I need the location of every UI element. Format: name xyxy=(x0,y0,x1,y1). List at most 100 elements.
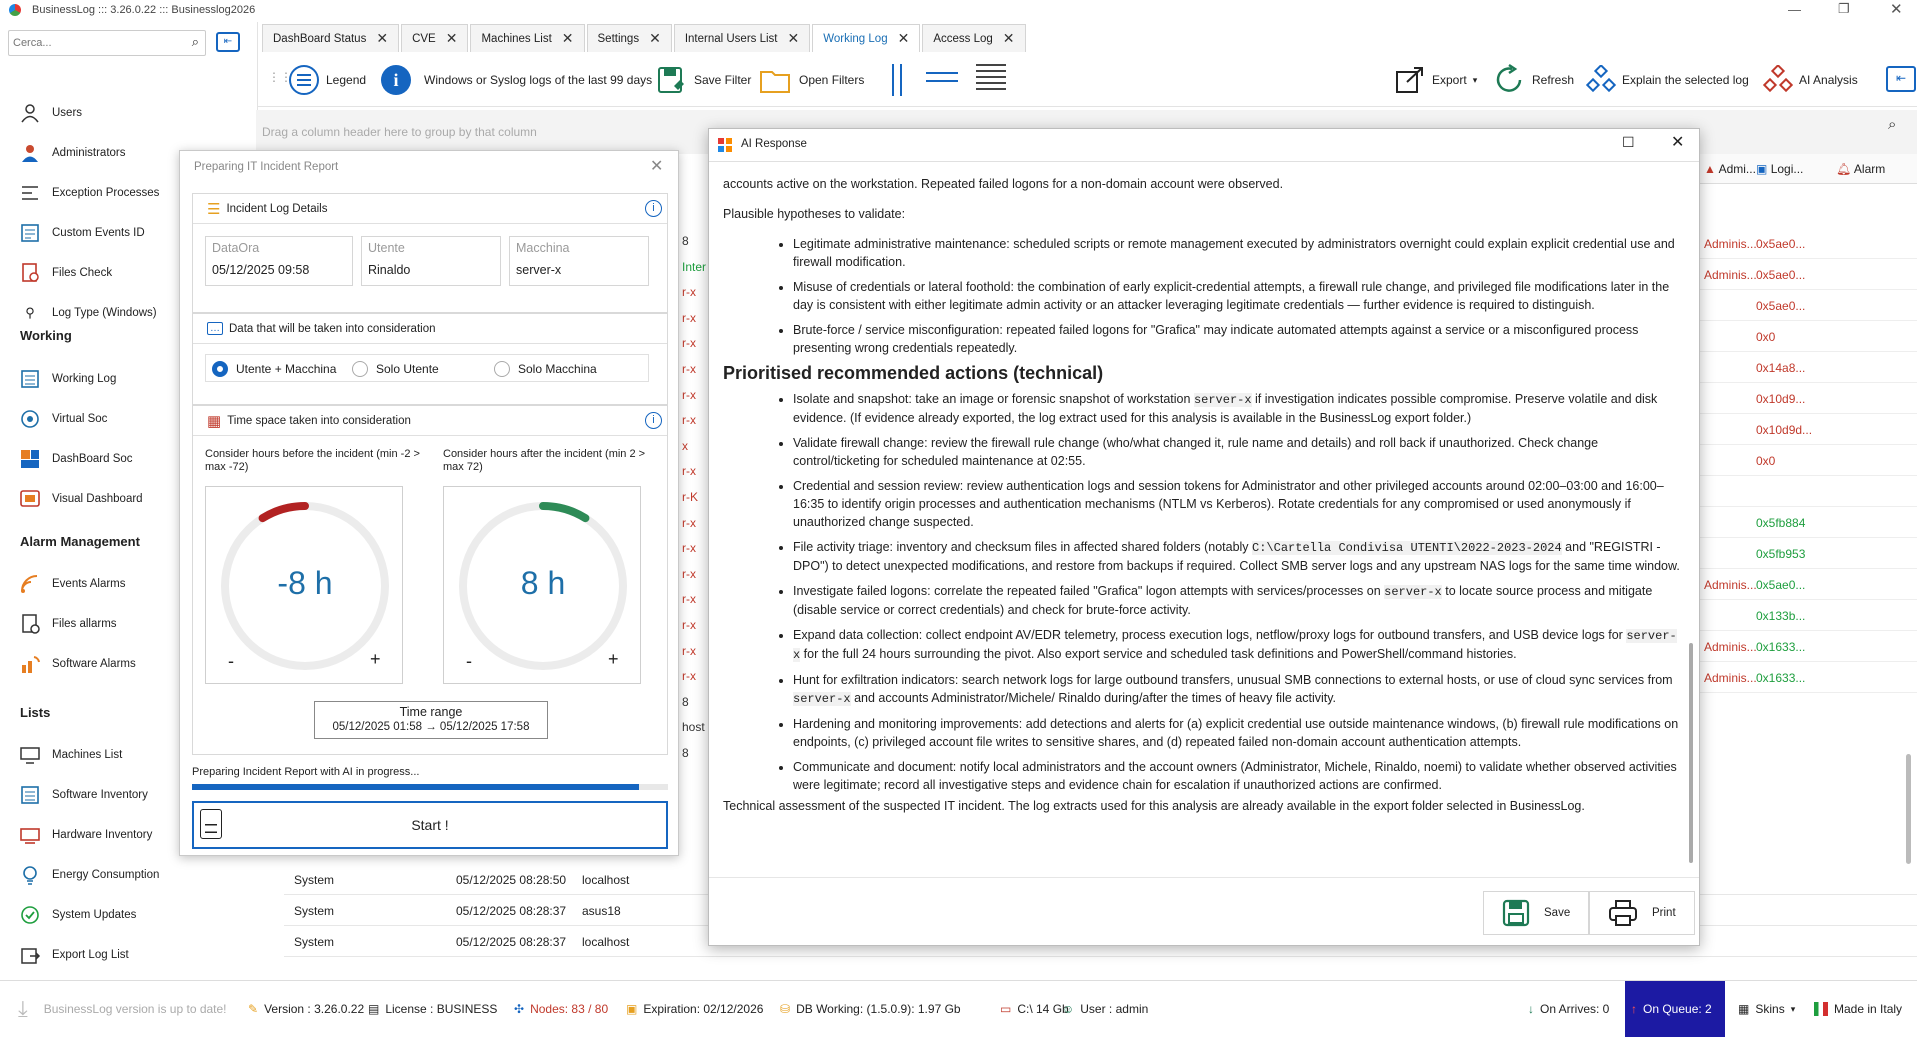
cell-login: 0x10d9d... xyxy=(1756,423,1813,437)
table-row[interactable]: Adminis... 0x5ae0... xyxy=(1698,569,1917,600)
time-info-icon[interactable]: i xyxy=(645,412,662,429)
sidebar-item-visual-dashboard[interactable]: Visual Dashboard xyxy=(18,485,143,513)
table-row[interactable]: Adminis... 0x5ae0... xyxy=(1698,259,1917,290)
collapse-sidebar-icon[interactable]: ⇤ xyxy=(216,32,240,52)
sidebar-item-working-log[interactable]: Working Log xyxy=(18,365,116,393)
tab-cve[interactable]: CVE ✕ xyxy=(401,24,469,52)
refresh-button[interactable]: Refresh xyxy=(1492,60,1574,100)
close-tab-icon[interactable]: ✕ xyxy=(1003,30,1015,47)
grid-scrollbar[interactable] xyxy=(1906,754,1911,864)
close-tab-icon[interactable]: ✕ xyxy=(562,30,574,47)
search-input[interactable] xyxy=(13,32,173,54)
action-code: server-x xyxy=(793,692,851,706)
close-tab-icon[interactable]: ✕ xyxy=(446,30,458,47)
machine-field[interactable]: Macchina server-x xyxy=(509,236,649,286)
table-row[interactable]: Adminis... 0x1633... xyxy=(1698,662,1917,693)
ai-response-text[interactable]: accounts active on the workstation. Repe… xyxy=(723,173,1683,853)
start-button[interactable]: Start ! xyxy=(192,801,668,849)
close-icon[interactable]: ✕ xyxy=(1890,0,1903,18)
save-filter-button[interactable]: Save Filter xyxy=(656,60,751,100)
print-button[interactable]: Print xyxy=(1589,891,1695,935)
open-filters-button[interactable]: Open Filters xyxy=(759,60,864,100)
sidebar-item-machines-list[interactable]: Machines List xyxy=(18,741,122,769)
minimize-icon[interactable]: — xyxy=(1788,2,1801,17)
table-row[interactable]: 0x10d9... xyxy=(1698,383,1917,414)
rows-icon[interactable] xyxy=(926,72,958,82)
ai-maximize-icon[interactable]: ☐ xyxy=(1622,134,1635,151)
radio-user-machine[interactable]: Utente + Macchina xyxy=(212,357,336,381)
sidebar-item-software-inventory[interactable]: Software Inventory xyxy=(18,781,148,809)
after-minus-button[interactable]: - xyxy=(466,651,472,672)
info-button[interactable]: i Windows or Syslog logs of the last 99 d… xyxy=(380,60,652,100)
grid-search-icon[interactable]: ⌕ xyxy=(1888,116,1896,133)
sidebar-item-administrators[interactable]: Administrators xyxy=(18,139,126,167)
columns-icon[interactable] xyxy=(892,64,902,96)
table-row[interactable]: Adminis... 0x1633... xyxy=(1698,631,1917,662)
search-box[interactable]: ⌕ xyxy=(8,30,206,56)
col-login-header[interactable]: ▣ Logi... xyxy=(1756,162,1803,176)
close-tab-icon[interactable]: ✕ xyxy=(376,30,388,47)
before-minus-button[interactable]: - xyxy=(228,651,234,672)
tab-working-log[interactable]: Working Log ✕ xyxy=(812,24,921,52)
ai-analysis-button[interactable]: AI Analysis xyxy=(1763,60,1858,100)
table-row[interactable]: 0x5fb884 xyxy=(1698,507,1917,538)
density-icon[interactable] xyxy=(976,64,1006,94)
sidebar-item-exception-processes[interactable]: Exception Processes xyxy=(18,179,159,207)
sidebar-item-hardware-inventory[interactable]: Hardware Inventory xyxy=(18,821,152,849)
after-hours-gauge[interactable]: 8 h - + xyxy=(443,486,641,684)
close-tab-icon[interactable]: ✕ xyxy=(788,30,800,47)
sidebar-item-energy-consumption[interactable]: Energy Consumption xyxy=(18,861,159,889)
panel-toggle-icon[interactable]: ⇤ xyxy=(1886,66,1916,92)
sidebar-item-virtual-soc[interactable]: Virtual Soc xyxy=(18,405,107,433)
table-row[interactable]: 0x5fb953 xyxy=(1698,538,1917,569)
table-row[interactable]: 0x0 xyxy=(1698,321,1917,352)
after-plus-button[interactable]: + xyxy=(608,649,619,670)
skins-button[interactable]: ▦ Skins ▾ xyxy=(1738,981,1795,1037)
col-alarm-header[interactable]: 🔔︎ Alarm xyxy=(1836,162,1885,176)
tab-dashboard-status[interactable]: DashBoard Status ✕ xyxy=(262,24,400,52)
col-admin-header[interactable]: ▲ Admi... xyxy=(1704,162,1756,176)
table-row[interactable]: 0x10d9d... xyxy=(1698,414,1917,445)
tab-access-log[interactable]: Access Log ✕ xyxy=(922,24,1026,52)
radio-circle xyxy=(494,361,510,377)
before-plus-button[interactable]: + xyxy=(370,649,381,670)
ai-scrollbar[interactable] xyxy=(1689,643,1693,863)
save-button[interactable]: Save xyxy=(1483,891,1590,935)
sidebar-item-log-type[interactable]: ⚲ Log Type (Windows) xyxy=(18,299,156,327)
radio-user-only[interactable]: Solo Utente xyxy=(352,357,439,381)
tab-settings[interactable]: Settings ✕ xyxy=(586,24,672,52)
sidebar-item-software-alarms[interactable]: Software Alarms xyxy=(18,650,136,678)
sidebar-item-users[interactable]: Users xyxy=(18,99,82,127)
queue-status[interactable]: ↑ On Queue: 2 xyxy=(1625,981,1725,1037)
close-tab-icon[interactable]: ✕ xyxy=(649,30,661,47)
sidebar-item-files-alarms[interactable]: Files allarms xyxy=(18,610,117,638)
table-row[interactable] xyxy=(1698,476,1917,507)
maximize-icon[interactable]: ❐ xyxy=(1838,1,1850,17)
export-button[interactable]: Export ▾ xyxy=(1394,60,1477,100)
date-field[interactable]: DataOra 05/12/2025 09:58 xyxy=(205,236,353,286)
search-icon[interactable]: ⌕ xyxy=(192,34,199,50)
incident-close-icon[interactable]: ✕ xyxy=(650,156,663,176)
tab-internal-users-list[interactable]: Internal Users List ✕ xyxy=(673,24,811,52)
user-field[interactable]: Utente Rinaldo xyxy=(361,236,501,286)
close-tab-icon[interactable]: ✕ xyxy=(898,30,910,47)
legend-button[interactable]: Legend xyxy=(288,60,366,100)
sidebar-item-label: Users xyxy=(52,107,83,119)
tab-machines-list[interactable]: Machines List ✕ xyxy=(470,24,585,52)
sidebar-item-export-log-list[interactable]: Export Log List xyxy=(18,941,129,969)
table-row[interactable]: 0x5ae0... xyxy=(1698,290,1917,321)
ai-close-icon[interactable]: ✕ xyxy=(1671,132,1684,152)
sidebar-item-events-alarms[interactable]: Events Alarms xyxy=(18,570,126,598)
table-row[interactable]: 0x0 xyxy=(1698,445,1917,476)
table-row[interactable]: 0x133b... xyxy=(1698,600,1917,631)
sidebar-item-custom-events[interactable]: Custom Events ID xyxy=(18,219,145,247)
table-row[interactable]: 0x14a8... xyxy=(1698,352,1917,383)
before-hours-gauge[interactable]: -8 h - + xyxy=(205,486,403,684)
details-info-icon[interactable]: i xyxy=(645,200,662,217)
sidebar-item-dashboard-soc[interactable]: DashBoard Soc xyxy=(18,445,133,473)
sidebar-item-system-updates[interactable]: System Updates xyxy=(18,901,136,929)
sidebar-item-files-check[interactable]: Files Check xyxy=(18,259,112,287)
explain-log-button[interactable]: Explain the selected log xyxy=(1586,60,1749,100)
radio-machine-only[interactable]: Solo Macchina xyxy=(494,357,597,381)
table-row[interactable]: Adminis... 0x5ae0... xyxy=(1698,228,1917,259)
